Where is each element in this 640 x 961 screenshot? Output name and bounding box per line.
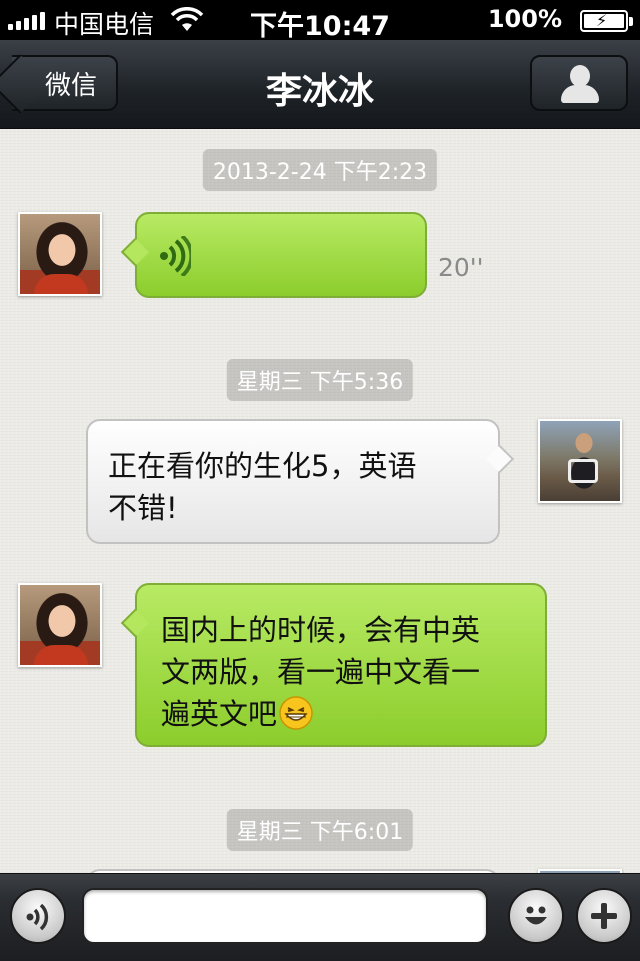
- back-button-label: 微信: [44, 70, 97, 101]
- voice-message-bubble[interactable]: [135, 212, 427, 298]
- message-text-line: 正在看你的生化5，英语: [108, 449, 417, 483]
- message-text-line: 文两版，看一遍中文看一: [161, 655, 481, 689]
- grinning-face-emoji-icon: [279, 696, 313, 730]
- text-message-bubble[interactable]: 正在看你的生化5，英语 不错!: [86, 419, 500, 544]
- contact-avatar[interactable]: [18, 212, 102, 296]
- message-text-line: 遍英文吧: [161, 697, 278, 731]
- self-avatar[interactable]: [538, 419, 622, 503]
- text-message-bubble[interactable]: 国内上的时候，会有中英 文两版，看一遍中文看一 遍英文吧: [135, 583, 547, 747]
- contact-avatar[interactable]: [18, 583, 102, 667]
- voice-input-button[interactable]: [10, 888, 66, 944]
- message-text-line: 不错!: [108, 491, 178, 525]
- voice-wave-icon: [160, 236, 191, 276]
- voice-duration: 20'': [438, 253, 484, 282]
- timestamp: 星期三 下午5:36: [226, 359, 414, 401]
- more-options-button[interactable]: [576, 888, 632, 944]
- message-input[interactable]: [82, 888, 488, 944]
- timestamp: 2013-2-24 下午2:23: [202, 149, 438, 191]
- message-text-line: 国内上的时候，会有中英: [161, 613, 481, 647]
- timestamp: 星期三 下午6:01: [226, 809, 414, 851]
- status-bar: 中国电信 下午10:47 100% ⚡: [0, 0, 640, 42]
- navigation-bar: 微信 李冰冰: [0, 40, 640, 129]
- battery-percentage: 100%: [487, 5, 562, 33]
- smiley-icon: [525, 906, 547, 925]
- voice-icon: [26, 903, 49, 931]
- plus-icon: [591, 903, 617, 929]
- emoji-button[interactable]: [508, 888, 564, 944]
- input-toolbar: [0, 873, 640, 961]
- chat-area[interactable]: 2013-2-24 下午2:23 20'' 星期三 下午5:36 正在看你的生化…: [0, 129, 640, 873]
- contact-profile-button[interactable]: [530, 55, 628, 111]
- battery-charging-icon: ⚡: [580, 10, 633, 32]
